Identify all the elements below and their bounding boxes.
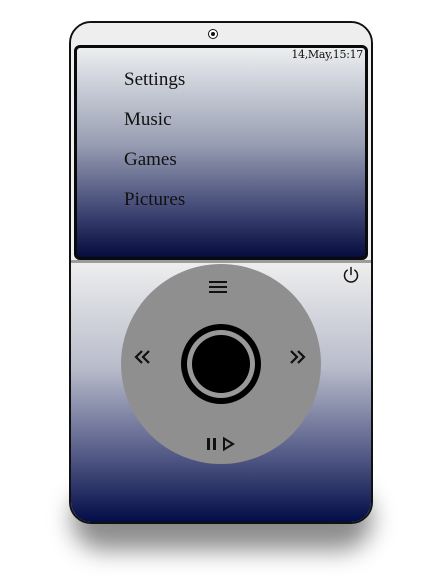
screen: 14,May,15:17 Settings Music Games Pictur… <box>74 45 368 260</box>
menu-item-pictures[interactable]: Pictures <box>124 188 185 228</box>
device: 14,May,15:17 Settings Music Games Pictur… <box>69 21 373 524</box>
menu-item-games[interactable]: Games <box>124 148 185 188</box>
double-chevron-left-icon[interactable] <box>133 347 153 367</box>
menu-item-music[interactable]: Music <box>124 108 185 148</box>
center-select-button[interactable] <box>181 324 261 404</box>
top-bezel <box>71 23 371 45</box>
camera-icon <box>208 29 218 39</box>
double-chevron-right-icon[interactable] <box>287 347 307 367</box>
power-icon[interactable] <box>342 266 360 284</box>
datetime-label: 14,May,15:17 <box>291 48 363 61</box>
hamburger-menu-icon[interactable] <box>207 278 229 296</box>
click-wheel[interactable] <box>121 264 321 464</box>
play-pause-icon[interactable] <box>205 435 237 453</box>
main-menu: Settings Music Games Pictures <box>124 68 185 228</box>
menu-item-settings[interactable]: Settings <box>124 68 185 108</box>
center-button-core <box>192 335 250 393</box>
